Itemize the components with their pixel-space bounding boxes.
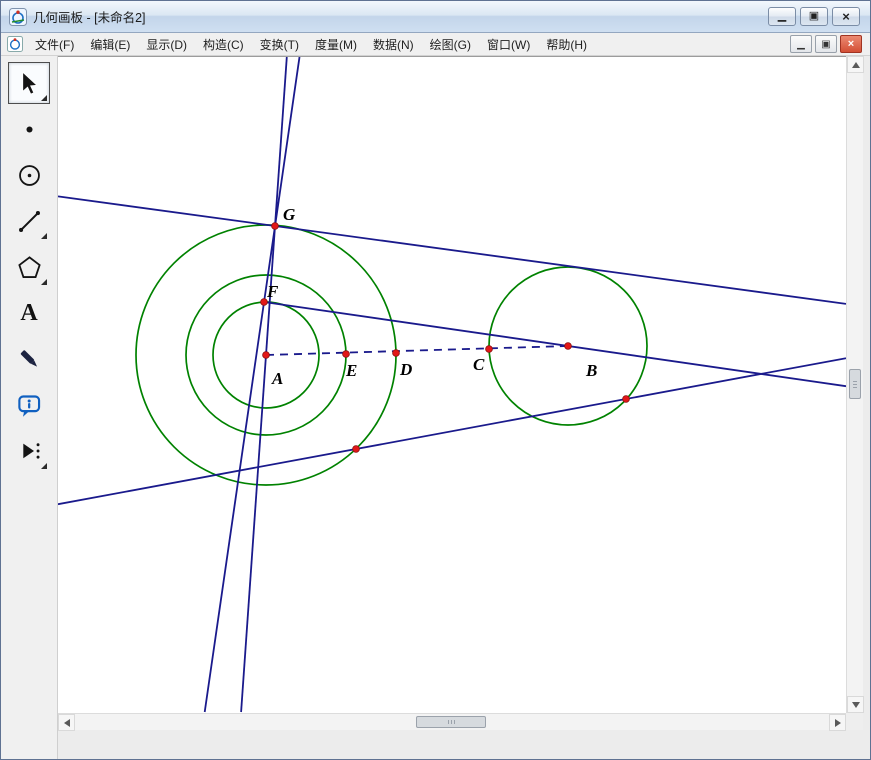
minimize-icon: ▁ xyxy=(778,11,786,22)
submenu-corner-icon xyxy=(41,233,47,239)
menu-item-transform[interactable]: 变换(T) xyxy=(252,33,307,55)
point-D[interactable] xyxy=(393,350,400,357)
label-D[interactable]: D xyxy=(399,360,412,379)
arrow-cursor-icon xyxy=(16,70,43,97)
info-bubble-icon xyxy=(16,392,43,419)
label-G[interactable]: G xyxy=(283,205,296,224)
construction-line[interactable] xyxy=(205,57,300,712)
app-icon xyxy=(9,8,27,26)
thumb-grip-icon xyxy=(448,720,455,724)
child-restore-icon: ▣ xyxy=(821,39,830,50)
horizontal-scroll-thumb[interactable] xyxy=(416,716,486,728)
custom-tool[interactable] xyxy=(8,430,50,472)
child-restore-button[interactable]: ▣ xyxy=(815,35,837,53)
horizontal-scrollbar[interactable] xyxy=(58,713,846,730)
right-arrow-icon xyxy=(835,719,841,727)
child-window-controls: ▁ ▣ × xyxy=(790,35,862,53)
menu-items: 文件(F)编辑(E)显示(D)构造(C)变换(T)度量(M)数据(N)绘图(G)… xyxy=(27,33,595,55)
menu-item-help[interactable]: 帮助(H) xyxy=(538,33,595,55)
menu-item-window[interactable]: 窗口(W) xyxy=(479,33,538,55)
scroll-up-button[interactable] xyxy=(847,56,864,73)
geometry-svg[interactable]: A E D C B F G xyxy=(58,57,846,713)
circle-icon xyxy=(16,162,43,189)
scroll-down-button[interactable] xyxy=(847,696,864,713)
marker-tool[interactable] xyxy=(8,338,50,380)
menu-item-display[interactable]: 显示(D) xyxy=(138,33,195,55)
label-F[interactable]: F xyxy=(266,282,279,301)
construction-line[interactable] xyxy=(58,196,846,304)
segment-icon xyxy=(16,208,43,235)
selection-arrow-tool[interactable] xyxy=(8,62,50,104)
toolbar: A xyxy=(1,56,58,759)
menu-item-graph[interactable]: 绘图(G) xyxy=(422,33,479,55)
point-B[interactable] xyxy=(565,343,572,350)
sketch-canvas[interactable]: A E D C B F G xyxy=(58,56,846,713)
custom-tool-icon xyxy=(16,438,43,465)
submenu-corner-icon xyxy=(41,95,47,101)
menu-item-measure[interactable]: 度量(M) xyxy=(307,33,365,55)
construction-line[interactable] xyxy=(58,358,846,504)
menubar: 文件(F)编辑(E)显示(D)构造(C)变换(T)度量(M)数据(N)绘图(G)… xyxy=(1,33,870,56)
point-unlabeled[interactable] xyxy=(623,396,630,403)
thumb-grip-icon xyxy=(853,381,857,388)
up-arrow-icon xyxy=(852,62,860,68)
window-controls: ▁ ▣ × xyxy=(768,7,860,26)
close-icon: × xyxy=(842,10,850,23)
menu-item-file[interactable]: 文件(F) xyxy=(27,33,82,55)
text-tool[interactable]: A xyxy=(8,292,50,334)
point-E[interactable] xyxy=(343,351,350,358)
scrollbar-corner xyxy=(846,713,863,730)
child-minimize-icon: ▁ xyxy=(797,39,805,50)
label-B[interactable]: B xyxy=(585,361,597,380)
text-tool-icon: A xyxy=(20,301,37,325)
scroll-left-button[interactable] xyxy=(58,714,75,731)
child-close-button[interactable]: × xyxy=(840,35,862,53)
dashed-segment[interactable] xyxy=(266,346,568,355)
down-arrow-icon xyxy=(852,702,860,708)
label-C[interactable]: C xyxy=(473,355,485,374)
document-icon[interactable] xyxy=(7,36,23,52)
label-E[interactable]: E xyxy=(345,361,357,380)
point-icon xyxy=(16,116,43,143)
app-window: 几何画板 - [未命名2] ▁ ▣ × 文件(F)编辑(E)显示(D)构造(C)… xyxy=(0,0,871,760)
compass-tool[interactable] xyxy=(8,154,50,196)
scroll-right-button[interactable] xyxy=(829,714,846,731)
point-G[interactable] xyxy=(272,223,279,230)
point-unlabeled[interactable] xyxy=(353,446,360,453)
submenu-corner-icon xyxy=(41,463,47,469)
menu-item-edit[interactable]: 编辑(E) xyxy=(82,33,138,55)
submenu-corner-icon xyxy=(41,279,47,285)
child-close-icon: × xyxy=(848,38,854,50)
menu-item-data[interactable]: 数据(N) xyxy=(365,33,422,55)
point-tool[interactable] xyxy=(8,108,50,150)
point-C[interactable] xyxy=(486,346,493,353)
close-button[interactable]: × xyxy=(832,7,860,26)
vertical-scroll-thumb[interactable] xyxy=(849,369,861,399)
child-minimize-button[interactable]: ▁ xyxy=(790,35,812,53)
pentagon-icon xyxy=(16,254,43,281)
marker-pen-icon xyxy=(16,346,43,373)
information-tool[interactable] xyxy=(8,384,50,426)
label-A[interactable]: A xyxy=(271,369,283,388)
window-title: 几何画板 - [未命名2] xyxy=(33,7,146,26)
maximize-icon: ▣ xyxy=(809,11,819,22)
polygon-tool[interactable] xyxy=(8,246,50,288)
vertical-scrollbar[interactable] xyxy=(846,56,863,713)
left-arrow-icon xyxy=(64,719,70,727)
minimize-button[interactable]: ▁ xyxy=(768,7,796,26)
titlebar: 几何画板 - [未命名2] ▁ ▣ × xyxy=(1,1,870,33)
menu-item-construct[interactable]: 构造(C) xyxy=(195,33,252,55)
straightedge-tool[interactable] xyxy=(8,200,50,242)
maximize-button[interactable]: ▣ xyxy=(800,7,828,26)
point-A[interactable] xyxy=(263,352,270,359)
